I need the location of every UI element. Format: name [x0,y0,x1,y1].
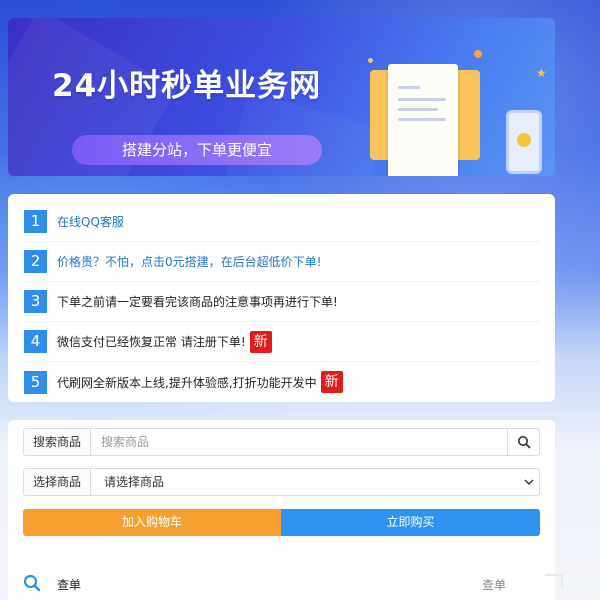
add-to-cart-button[interactable]: 加入购物车 [23,509,281,536]
query-order-tab[interactable]: 查单 [482,576,506,593]
banner-title: 24小时秒单业务网 [52,68,322,104]
notice-item: 4 微信支付已经恢复正常 请注册下单! 新 [24,322,541,362]
corner-decor [545,574,563,588]
query-order-label[interactable]: 查单 [57,576,81,593]
notice-text: 下单之前请一定要看完该商品的注意事项再进行下单! [57,295,338,309]
query-order-row[interactable]: 查单 查单 [23,572,563,596]
search-icon [517,436,530,449]
banner-subtitle-pill: 搭建分站，下单更便宜 [72,135,322,165]
new-badge: 新 [249,330,272,353]
select-value[interactable]: 请选择商品 [91,469,519,495]
notice-number: 2 [24,250,47,273]
notice-number: 5 [24,370,47,394]
buy-now-button[interactable]: 立即购买 [281,509,540,536]
notice-item: 5 代刷网全新版本上线,提升体验感,打折功能开发中 新 [24,362,541,402]
chevron-down-icon[interactable] [519,469,539,495]
decor-dot [368,58,373,63]
select-label: 选择商品 [24,469,91,495]
product-select[interactable]: 选择商品 请选择商品 [23,468,540,496]
decor-dot [474,50,482,58]
notice-text[interactable]: 价格贵？不怕，点击0元搭建，在后台超低价下单! [57,253,321,270]
notice-board: 1 在线QQ客服 2 价格贵？不怕，点击0元搭建，在后台超低价下单! 3 下单之… [8,194,555,402]
notice-item[interactable]: 1 在线QQ客服 [24,202,541,242]
notice-number: 3 [24,290,47,313]
document-illustration-icon [388,64,458,176]
promo-banner[interactable]: 24小时秒单业务网 搭建分站，下单更便宜 ★ [8,18,555,176]
search-input[interactable] [91,429,507,455]
notice-number: 4 [24,330,47,353]
notice-text: 代刷网全新版本上线,提升体验感,打折功能开发中 [57,375,317,390]
search-label: 搜索商品 [24,429,91,455]
search-icon [23,574,41,592]
search-button[interactable] [507,429,539,455]
check-badge-icon [517,133,531,147]
notice-text[interactable]: 在线QQ客服 [57,213,124,230]
search-field: 搜索商品 [23,428,540,456]
notice-text: 微信支付已经恢复正常 请注册下单! [57,335,246,349]
new-badge: 新 [320,371,343,393]
notice-item: 3 下单之前请一定要看完该商品的注意事项再进行下单! [24,282,541,322]
notice-number: 1 [24,210,47,233]
star-icon: ★ [536,66,547,80]
phone-illustration-icon [506,110,542,174]
order-panel: 搜索商品 选择商品 请选择商品 加入购物车 立即购买 查单 查单 [8,420,563,600]
notice-item[interactable]: 2 价格贵？不怕，点击0元搭建，在后台超低价下单! [24,242,541,282]
